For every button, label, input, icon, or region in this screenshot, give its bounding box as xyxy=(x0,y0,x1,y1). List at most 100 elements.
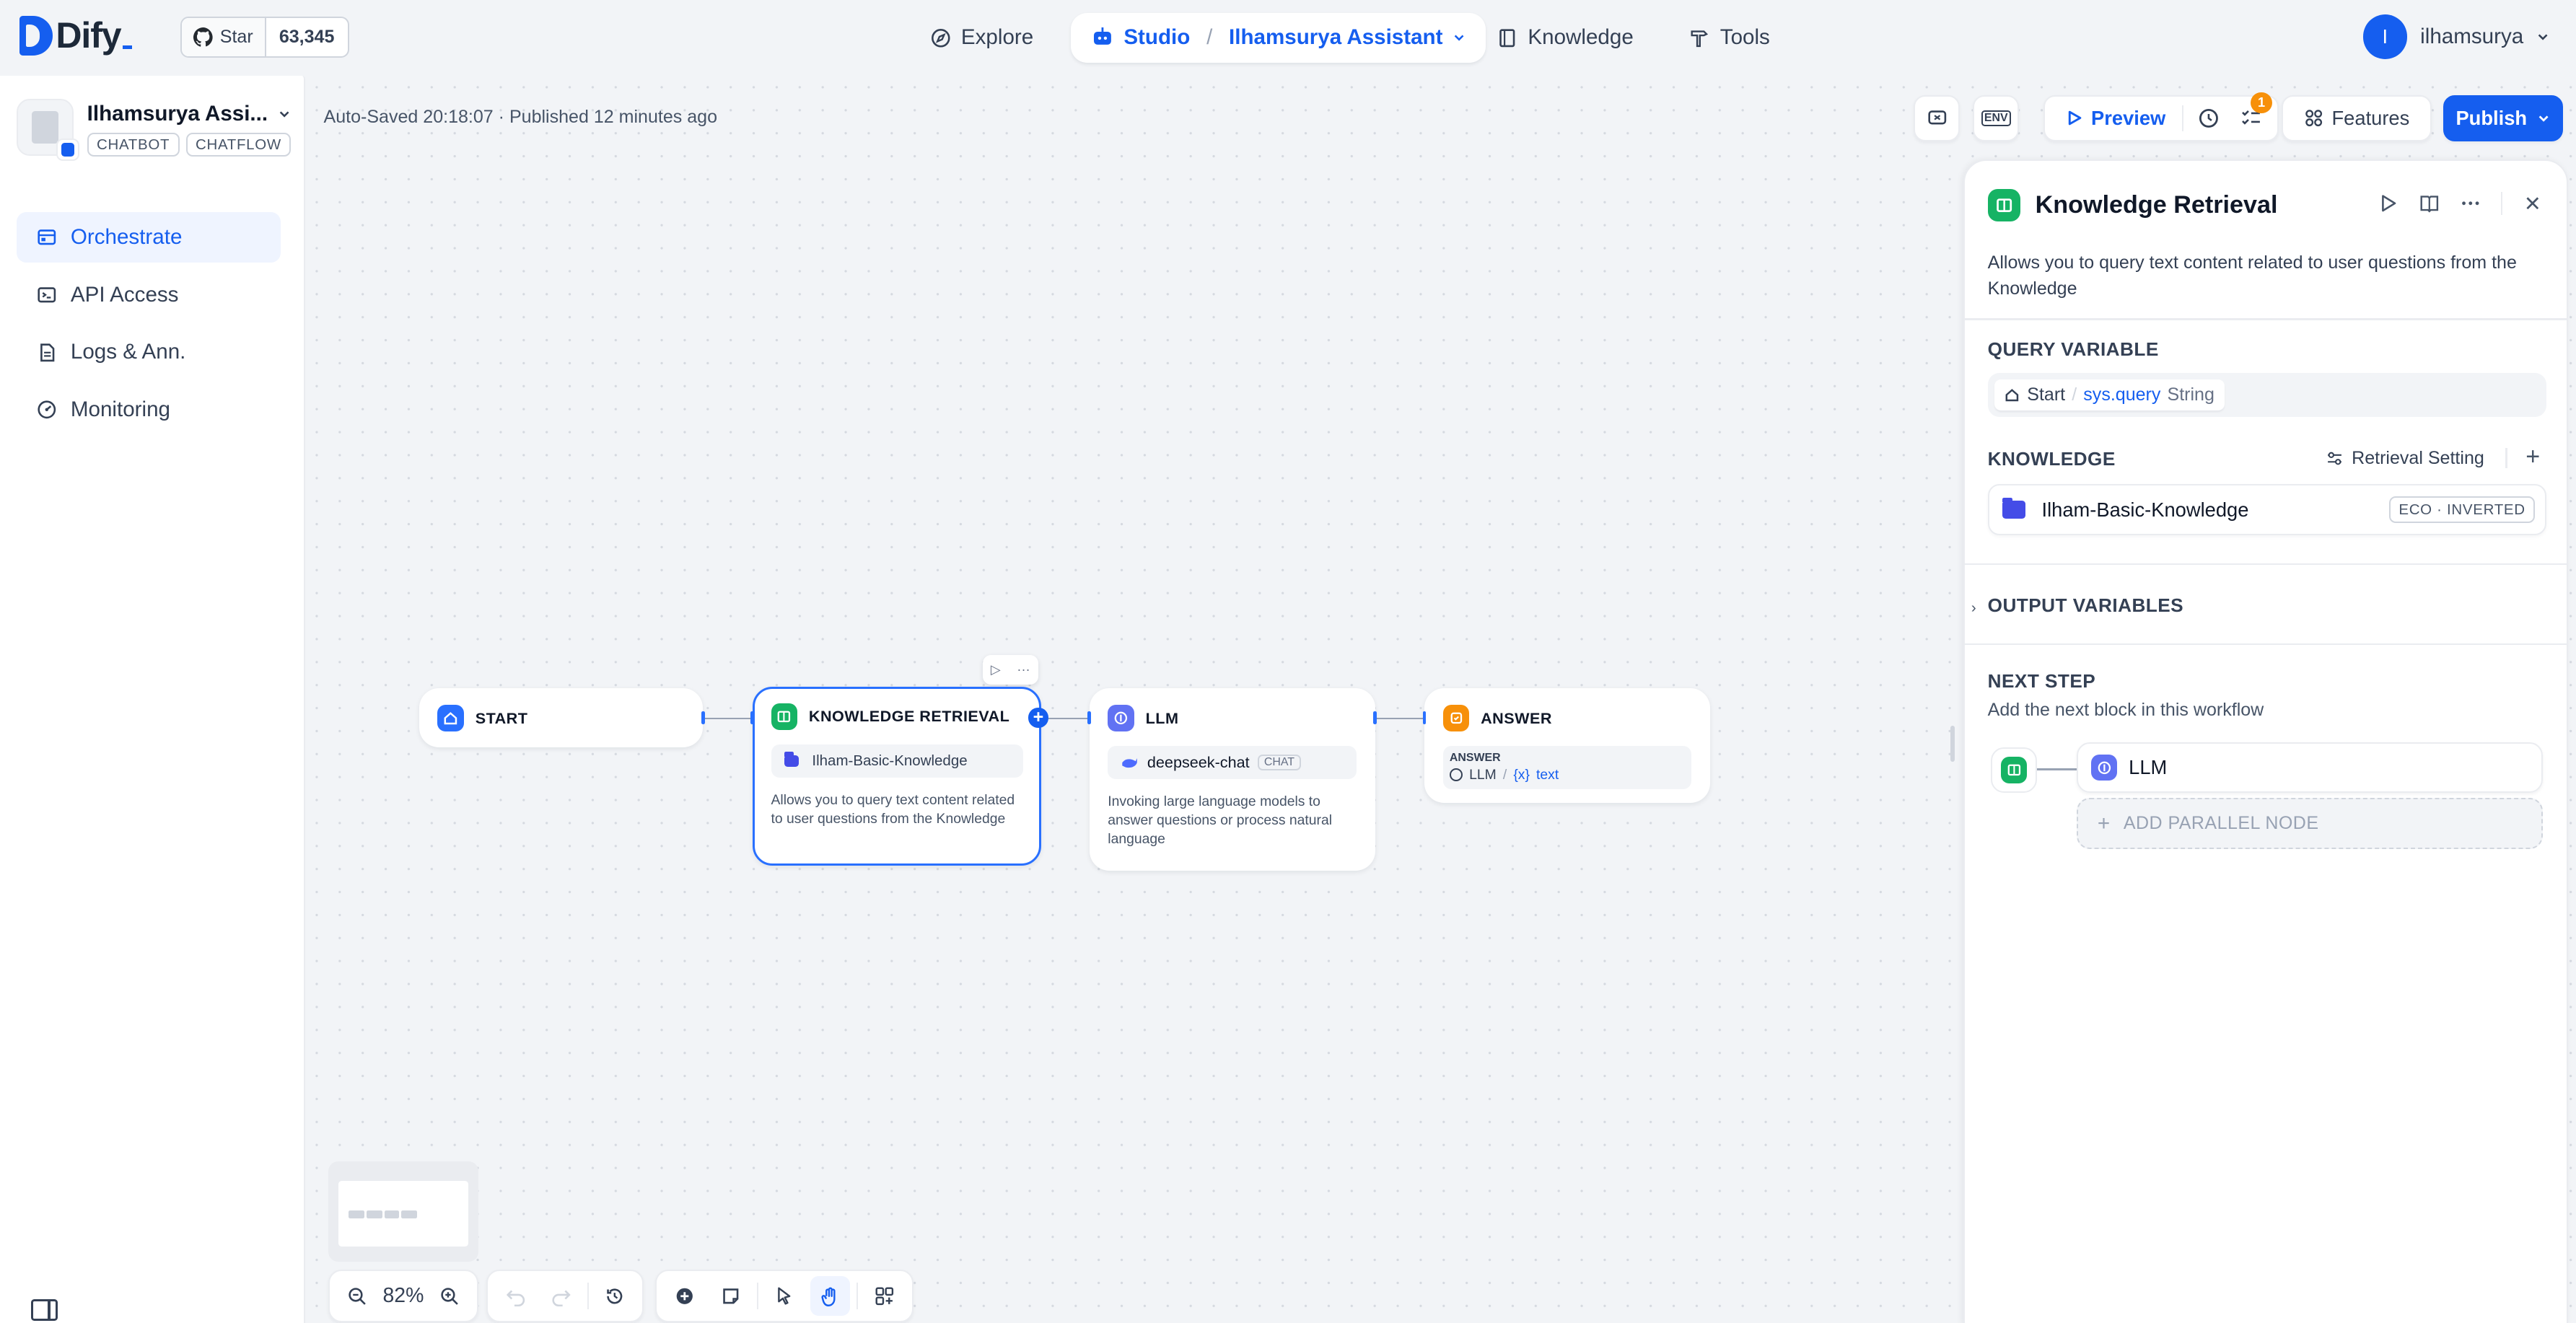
zoom-in-icon[interactable] xyxy=(431,1276,469,1316)
chevron-right-icon[interactable]: › xyxy=(1971,599,1976,617)
home-icon xyxy=(437,705,464,731)
panel-resize-handle[interactable] xyxy=(1950,726,1955,762)
sidebar-item-label: API Access xyxy=(70,282,179,307)
app-name[interactable]: Ilhamsurya Assi... xyxy=(87,102,292,126)
publish-label: Publish xyxy=(2455,106,2528,129)
node-toolbar: ▷ ··· xyxy=(982,655,1038,685)
node-knowledge-retrieval[interactable]: KNOWLEDGE RETRIEVAL Ilham-Basic-Knowledg… xyxy=(752,686,1042,866)
panel-description[interactable]: Allows you to query text content related… xyxy=(1988,250,2546,302)
minimap[interactable] xyxy=(328,1161,478,1262)
file-list-icon xyxy=(40,343,55,361)
avatar[interactable]: I xyxy=(2362,14,2407,59)
retrieval-setting-button[interactable]: Retrieval Setting xyxy=(2326,448,2484,469)
chevron-down-icon[interactable] xyxy=(1453,31,1466,44)
sidebar-item-monitoring[interactable]: Monitoring xyxy=(17,384,281,436)
sidebar-item-label: Orchestrate xyxy=(70,224,183,249)
add-parallel-label: ADD PARALLEL NODE xyxy=(2123,813,2319,834)
env-label: ENV xyxy=(1981,110,2011,126)
node-config-panel: Knowledge Retrieval Allows you to query … xyxy=(1963,159,2568,1323)
chevron-down-icon xyxy=(2538,115,2549,122)
sidebar-item-api-access[interactable]: API Access xyxy=(17,269,281,320)
features-label: Features xyxy=(2331,106,2410,129)
node-answer[interactable]: ANSWER ANSWER LLM / {x} text xyxy=(1424,687,1711,804)
nav-studio[interactable]: Studio / Ilhamsurya Assistant xyxy=(1071,13,1486,63)
sidebar-item-label: Monitoring xyxy=(70,397,170,421)
nav-explore-label: Explore xyxy=(960,25,1034,50)
github-star-widget[interactable]: Star 63,345 xyxy=(180,16,349,58)
hand-mode-icon[interactable] xyxy=(810,1276,850,1316)
output-variables-toggle[interactable]: OUTPUT VARIABLES xyxy=(1988,594,2183,617)
query-variable-type: String xyxy=(2167,384,2214,405)
folder-icon xyxy=(2002,497,2025,519)
next-step-node-llm[interactable]: LLM xyxy=(2076,742,2544,794)
node-kr-input-handle[interactable] xyxy=(750,711,755,725)
publish-button[interactable]: Publish xyxy=(2443,95,2563,141)
divider xyxy=(756,1283,758,1309)
query-variable-field[interactable]: Start / sys.query String xyxy=(1987,372,2546,418)
run-history-icon[interactable] xyxy=(2197,107,2220,130)
more-icon[interactable]: ··· xyxy=(1017,662,1030,677)
github-star-count[interactable]: 63,345 xyxy=(266,18,348,56)
panel-title[interactable]: Knowledge Retrieval xyxy=(2036,191,2278,219)
github-star-label: Star xyxy=(219,26,253,47)
node-model-mode: CHAT xyxy=(1258,755,1301,771)
add-knowledge-icon[interactable]: + xyxy=(2525,443,2540,471)
panel-actions xyxy=(2378,192,2544,215)
top-bar: Dify Star 63,345 Explore Studio / Ilhams… xyxy=(0,0,2576,76)
close-icon[interactable] xyxy=(2522,193,2544,214)
more-icon[interactable] xyxy=(2460,193,2481,214)
add-note-icon[interactable] xyxy=(711,1276,750,1316)
node-llm-output-handle[interactable] xyxy=(1373,711,1377,725)
node-llm[interactable]: LLM deepseek-chat CHAT Invoking large la… xyxy=(1089,687,1375,871)
sidebar-item-label: Logs & Ann. xyxy=(70,340,186,364)
brand-name: Dify xyxy=(56,15,121,56)
node-start-output-handle[interactable] xyxy=(701,711,705,725)
add-next-node-icon[interactable]: + xyxy=(1028,708,1048,728)
node-start[interactable]: START xyxy=(419,687,704,747)
help-docs-icon[interactable] xyxy=(2419,193,2440,214)
edge-kr-llm xyxy=(1048,717,1090,720)
env-button[interactable]: ENV xyxy=(1973,95,2020,141)
redo-icon[interactable] xyxy=(541,1276,580,1316)
nav-app-name[interactable]: Ilhamsurya Assistant xyxy=(1229,25,1442,50)
preview-button[interactable]: Preview xyxy=(2064,106,2166,130)
chat-variable-icon xyxy=(1927,110,1946,125)
dify-logo[interactable]: Dify xyxy=(19,14,133,56)
add-block-icon[interactable] xyxy=(665,1276,704,1316)
undo-icon[interactable] xyxy=(496,1276,535,1316)
nav-tools[interactable]: Tools xyxy=(1689,13,1770,62)
run-node-icon[interactable] xyxy=(2378,193,2399,214)
divider xyxy=(587,1283,589,1309)
nav-knowledge[interactable]: Knowledge xyxy=(1497,13,1634,62)
sidebar-item-orchestrate[interactable]: Orchestrate xyxy=(16,211,281,263)
user-menu[interactable]: I ilhamsurya xyxy=(2362,14,2550,59)
knowledge-item[interactable]: Ilham-Basic-Knowledge ECO · INVERTED xyxy=(1987,484,2546,535)
zoom-out-icon[interactable] xyxy=(338,1276,377,1316)
preview-label: Preview xyxy=(2091,106,2166,129)
app-info[interactable]: Ilhamsurya Assi... CHATBOT CHATFLOW xyxy=(16,98,292,162)
features-button[interactable]: Features xyxy=(2282,95,2432,141)
chevron-down-icon xyxy=(2538,34,2548,40)
zoom-level[interactable]: 82% xyxy=(382,1284,424,1308)
panel-header: Knowledge Retrieval xyxy=(1987,188,2278,222)
zoom-controls: 82% xyxy=(328,1269,478,1322)
settings-sliders-icon xyxy=(2327,452,2341,465)
sidebar-item-logs[interactable]: Logs & Ann. xyxy=(17,327,281,378)
node-answer-input-handle[interactable] xyxy=(1422,711,1427,725)
node-title: START xyxy=(475,708,528,727)
logo-cursor xyxy=(122,45,133,49)
toolbar-divider xyxy=(2182,105,2184,132)
history-icon[interactable] xyxy=(595,1276,634,1316)
minimap-node xyxy=(366,1210,383,1219)
nav-explore[interactable]: Explore xyxy=(930,13,1034,62)
separator: / xyxy=(1502,766,1507,783)
github-star-button[interactable]: Star xyxy=(182,17,266,56)
run-node-icon[interactable]: ▷ xyxy=(991,662,1001,677)
version-history-button[interactable] xyxy=(1914,95,1961,141)
node-llm-input-handle[interactable] xyxy=(1087,711,1091,725)
organize-blocks-icon[interactable] xyxy=(864,1276,903,1316)
add-parallel-node-button[interactable]: + ADD PARALLEL NODE xyxy=(2076,798,2544,849)
pointer-mode-icon[interactable] xyxy=(765,1276,804,1316)
node-description: Allows you to query text content related… xyxy=(771,791,1015,827)
sidebar-collapse-icon[interactable] xyxy=(31,1298,58,1321)
